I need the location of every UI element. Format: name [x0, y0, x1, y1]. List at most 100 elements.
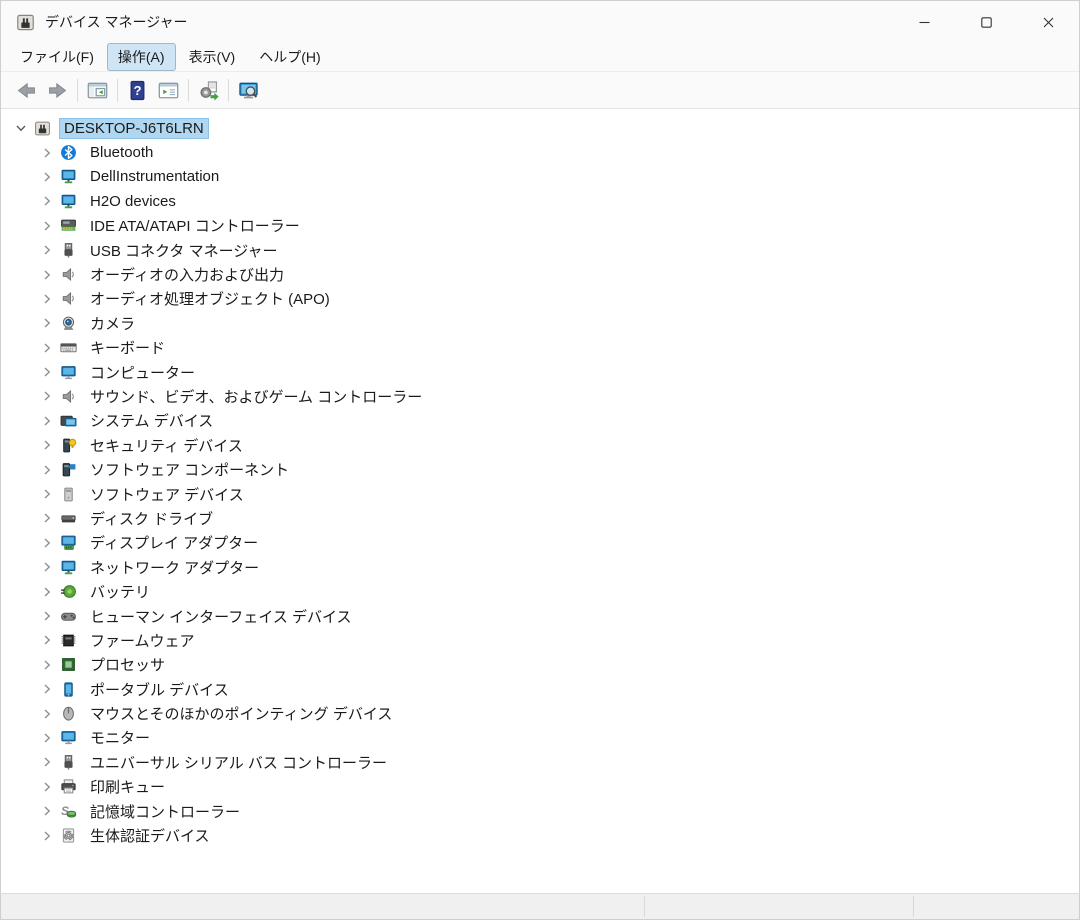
chevron-right-icon[interactable] [39, 340, 55, 356]
chevron-right-icon[interactable] [39, 218, 55, 234]
tree-item[interactable]: H2O devices [1, 189, 1079, 213]
menu-help[interactable]: ヘルプ(H) [248, 43, 331, 71]
tree-root-item[interactable]: DESKTOP-J6T6LRN [1, 116, 1079, 140]
chevron-right-icon[interactable] [39, 608, 55, 624]
chevron-right-icon[interactable] [39, 535, 55, 551]
tree-item-label[interactable]: モニター [85, 725, 155, 750]
menu-file[interactable]: ファイル(F) [9, 43, 105, 71]
tree-item-label[interactable]: キーボード [85, 335, 170, 360]
chevron-right-icon[interactable] [39, 754, 55, 770]
chevron-right-icon[interactable] [39, 193, 55, 209]
minimize-button[interactable] [893, 1, 955, 43]
chevron-right-icon[interactable] [39, 584, 55, 600]
tree-item-label[interactable]: 生体認証デバイス [85, 823, 215, 848]
tree-item[interactable]: カメラ [1, 311, 1079, 335]
tree-item[interactable]: セキュリティ デバイス [1, 433, 1079, 457]
chevron-right-icon[interactable] [39, 730, 55, 746]
tree-item-label[interactable]: カメラ [85, 311, 140, 336]
tree-root-label[interactable]: DESKTOP-J6T6LRN [59, 117, 209, 139]
tree-item[interactable]: ネットワーク アダプター [1, 555, 1079, 579]
chevron-right-icon[interactable] [39, 828, 55, 844]
tree-item[interactable]: USB コネクタ マネージャー [1, 238, 1079, 262]
chevron-right-icon[interactable] [39, 706, 55, 722]
close-button[interactable] [1017, 1, 1079, 43]
chevron-right-icon[interactable] [39, 388, 55, 404]
tree-item[interactable]: IDE ATA/ATAPI コントローラー [1, 214, 1079, 238]
console-tree-button[interactable] [82, 76, 113, 105]
chevron-right-icon[interactable] [39, 803, 55, 819]
tree-item[interactable]: オーディオの入力および出力 [1, 262, 1079, 286]
tree-item[interactable]: ソフトウェア コンポーネント [1, 457, 1079, 481]
back-button[interactable] [11, 76, 42, 105]
tree-item[interactable]: DellInstrumentation [1, 165, 1079, 189]
tree-item[interactable]: 印刷キュー [1, 775, 1079, 799]
chevron-right-icon[interactable] [39, 413, 55, 429]
chevron-right-icon[interactable] [39, 242, 55, 258]
tree-item[interactable]: キーボード [1, 336, 1079, 360]
maximize-button[interactable] [955, 1, 1017, 43]
tree-item-label[interactable]: 記憶域コントローラー [85, 799, 245, 824]
tree-item[interactable]: Bluetooth [1, 140, 1079, 164]
tree-item-label[interactable]: IDE ATA/ATAPI コントローラー [85, 213, 305, 238]
chevron-right-icon[interactable] [39, 145, 55, 161]
update-driver-button[interactable] [193, 76, 224, 105]
tree-item[interactable]: ヒューマン インターフェイス デバイス [1, 604, 1079, 628]
chevron-right-icon[interactable] [39, 291, 55, 307]
tree-item-label[interactable]: ソフトウェア コンポーネント [85, 457, 294, 482]
chevron-right-icon[interactable] [39, 779, 55, 795]
chevron-right-icon[interactable] [39, 169, 55, 185]
tree-item[interactable]: コンピューター [1, 360, 1079, 384]
tree-item-label[interactable]: オーディオの入力および出力 [85, 262, 289, 287]
tree-item-label[interactable]: サウンド、ビデオ、およびゲーム コントローラー [85, 384, 427, 409]
chevron-right-icon[interactable] [39, 559, 55, 575]
chevron-right-icon[interactable] [39, 364, 55, 380]
menu-action[interactable]: 操作(A) [106, 43, 176, 71]
scan-devices-button[interactable] [233, 76, 264, 105]
tree-item-label[interactable]: USB コネクタ マネージャー [85, 238, 283, 263]
tree-item-label[interactable]: ソフトウェア デバイス [85, 482, 249, 507]
tree-item[interactable]: プロセッサ [1, 653, 1079, 677]
tree-item-label[interactable]: ヒューマン インターフェイス デバイス [85, 604, 357, 629]
chevron-right-icon[interactable] [39, 681, 55, 697]
tree-item-label[interactable]: ディスプレイ アダプター [85, 530, 263, 555]
tree-item[interactable]: ディスク ドライブ [1, 506, 1079, 530]
tree-item-label[interactable]: ディスク ドライブ [85, 506, 218, 531]
tree-item[interactable]: 生体認証デバイス [1, 823, 1079, 847]
tree-item-label[interactable]: ユニバーサル シリアル バス コントローラー [85, 750, 392, 775]
tree-item[interactable]: システム デバイス [1, 409, 1079, 433]
chevron-right-icon[interactable] [39, 267, 55, 283]
chevron-right-icon[interactable] [39, 437, 55, 453]
tree-item[interactable]: モニター [1, 726, 1079, 750]
action-pane-button[interactable] [153, 76, 184, 105]
tree-item-label[interactable]: プロセッサ [85, 652, 170, 677]
tree-item[interactable]: 記憶域コントローラー [1, 799, 1079, 823]
help-button[interactable] [122, 76, 153, 105]
tree-item-label[interactable]: DellInstrumentation [85, 166, 224, 187]
chevron-right-icon[interactable] [39, 510, 55, 526]
tree-item-label[interactable]: バッテリ [85, 579, 155, 604]
tree-item[interactable]: バッテリ [1, 579, 1079, 603]
tree-item[interactable]: サウンド、ビデオ、およびゲーム コントローラー [1, 384, 1079, 408]
tree-item-label[interactable]: ポータブル デバイス [85, 677, 234, 702]
tree-item-label[interactable]: Bluetooth [85, 142, 158, 163]
tree-item[interactable]: オーディオ処理オブジェクト (APO) [1, 287, 1079, 311]
tree-item-label[interactable]: セキュリティ デバイス [85, 433, 248, 458]
forward-button[interactable] [42, 76, 73, 105]
tree-item-label[interactable]: オーディオ処理オブジェクト (APO) [85, 286, 335, 311]
chevron-right-icon[interactable] [39, 462, 55, 478]
tree-item-label[interactable]: ファームウェア [85, 628, 200, 653]
menu-view[interactable]: 表示(V) [178, 43, 247, 71]
tree-item-label[interactable]: システム デバイス [85, 408, 218, 433]
chevron-down-icon[interactable] [13, 120, 29, 136]
tree-item-label[interactable]: コンピューター [85, 360, 200, 385]
tree-item-label[interactable]: 印刷キュー [85, 774, 170, 799]
chevron-right-icon[interactable] [39, 315, 55, 331]
chevron-right-icon[interactable] [39, 632, 55, 648]
tree-item-label[interactable]: ネットワーク アダプター [85, 555, 264, 580]
tree-item[interactable]: ディスプレイ アダプター [1, 531, 1079, 555]
chevron-right-icon[interactable] [39, 486, 55, 502]
tree-item[interactable]: マウスとそのほかのポインティング デバイス [1, 701, 1079, 725]
tree-item[interactable]: ファームウェア [1, 628, 1079, 652]
chevron-right-icon[interactable] [39, 657, 55, 673]
tree-item[interactable]: ユニバーサル シリアル バス コントローラー [1, 750, 1079, 774]
